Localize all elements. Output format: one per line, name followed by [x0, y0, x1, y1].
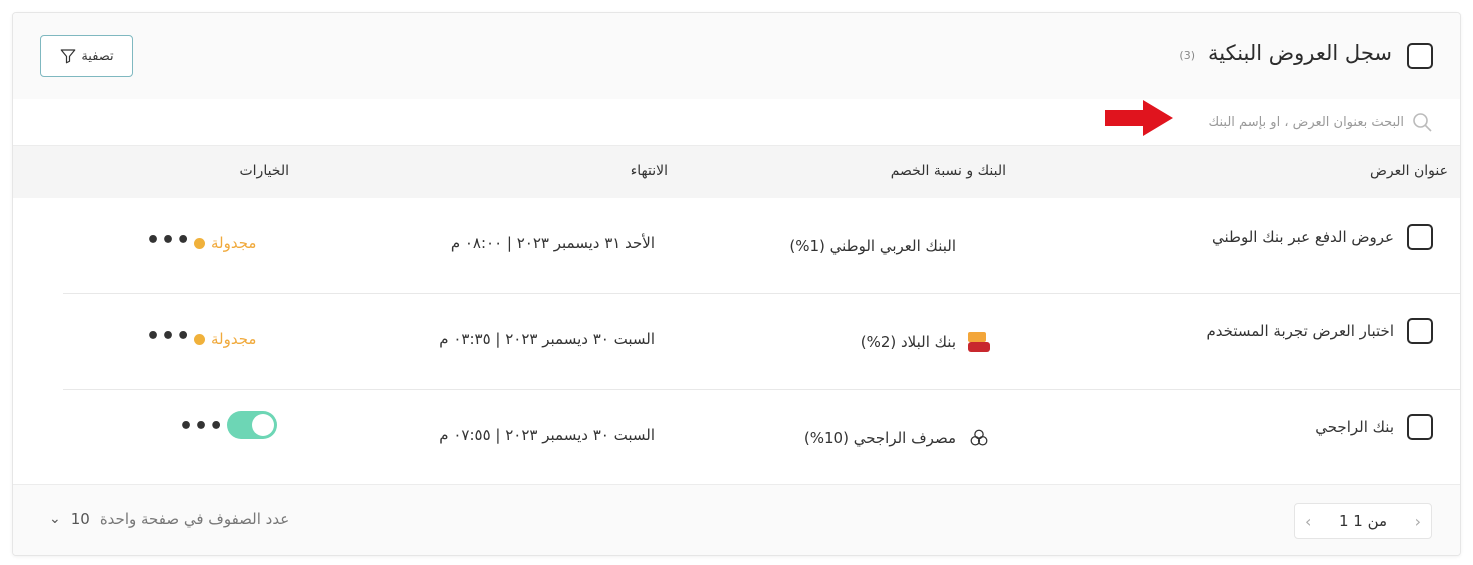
chevron-down-icon[interactable]: ⌄ — [49, 511, 61, 527]
filter-icon — [60, 49, 76, 64]
offer-title: عروض الدفع عبر بنك الوطني — [1212, 228, 1394, 246]
table-footer: ‹ 1 من 1 › عدد الصفوف في صفحة واحدة 10 ⌄ — [13, 484, 1460, 555]
column-header-options: الخيارات — [239, 163, 289, 179]
red-arrow-annotation — [1105, 100, 1173, 136]
row-checkbox[interactable] — [1407, 318, 1433, 344]
bank-cell: مصرف الراجحي (10%) — [804, 426, 994, 450]
offer-title: اختبار العرض تجربة المستخدم — [1206, 322, 1394, 340]
card-header: سجل العروض البنكية (3) تصفية — [13, 13, 1460, 99]
bank-cell: بنك البلاد (2%) — [861, 330, 994, 354]
bank-cell: anb البنك العربي الوطني (1%) — [789, 234, 994, 258]
albilad-logo-icon — [964, 330, 994, 354]
next-page-icon[interactable]: ‹ — [1305, 512, 1311, 531]
offers-count: (3) — [1179, 49, 1195, 62]
column-header-title: عنوان العرض — [1370, 163, 1448, 179]
prev-page-icon[interactable]: › — [1415, 512, 1421, 531]
filter-button[interactable]: تصفية — [40, 35, 133, 77]
row-checkbox[interactable] — [1407, 414, 1433, 440]
table-row: اختبار العرض تجربة المستخدم بنك البلاد (… — [13, 294, 1460, 390]
row-checkbox[interactable] — [1407, 224, 1433, 250]
table-row: بنك الراجحي مصرف الراجحي (10%) السبت ٣٠ … — [13, 390, 1460, 486]
rows-per-page-select[interactable]: 10 — [71, 510, 90, 528]
search-icon — [1413, 113, 1432, 132]
more-options-button[interactable]: ••• — [146, 324, 191, 349]
select-all-checkbox[interactable] — [1407, 43, 1433, 69]
expiry-date: السبت ٣٠ ديسمبر ٢٠٢٣ | ٠٧:٥٥ م — [439, 426, 655, 444]
page-title: سجل العروض البنكية — [1208, 41, 1392, 65]
search-bar — [13, 99, 1460, 145]
column-header-bank: البنك و نسبة الخصم — [890, 163, 1006, 179]
anb-logo-icon: anb — [964, 234, 994, 258]
expiry-date: السبت ٣٠ ديسمبر ٢٠٢٣ | ٠٣:٣٥ م — [439, 330, 655, 348]
rows-per-page-label: عدد الصفوف في صفحة واحدة — [99, 510, 290, 528]
status-dot — [194, 237, 205, 249]
offer-title: بنك الراجحي — [1315, 418, 1394, 436]
page-indicator: 1 من 1 — [1338, 512, 1388, 530]
filter-label: تصفية — [81, 48, 114, 64]
toggle-knob — [252, 414, 274, 436]
status-badge: مجدولة — [194, 234, 256, 252]
status-label: مجدولة — [211, 330, 257, 348]
more-options-button[interactable]: ••• — [146, 228, 191, 253]
bank-name: بنك البلاد (2%) — [860, 333, 956, 351]
rows-per-page: عدد الصفوف في صفحة واحدة 10 ⌄ — [49, 510, 289, 528]
more-options-button[interactable]: ••• — [179, 414, 224, 439]
status-toggle[interactable] — [227, 411, 277, 439]
pagination: ‹ 1 من 1 › — [1294, 503, 1432, 539]
status-dot — [194, 333, 205, 345]
alrajhi-logo-icon — [964, 426, 994, 450]
column-header-expiry: الانتهاء — [630, 163, 668, 179]
table-header: عنوان العرض البنك و نسبة الخصم الانتهاء … — [13, 145, 1460, 198]
expiry-date: الأحد ٣١ ديسمبر ٢٠٢٣ | ٠٨:٠٠ م — [450, 234, 655, 252]
offers-card: سجل العروض البنكية (3) تصفية عنوان العرض… — [12, 12, 1461, 556]
table-row: عروض الدفع عبر بنك الوطني anb البنك العر… — [13, 198, 1460, 294]
status-badge: مجدولة — [194, 330, 256, 348]
bank-name: مصرف الراجحي (10%) — [803, 429, 956, 447]
bank-name: البنك العربي الوطني (1%) — [789, 237, 956, 255]
status-label: مجدولة — [211, 234, 257, 252]
